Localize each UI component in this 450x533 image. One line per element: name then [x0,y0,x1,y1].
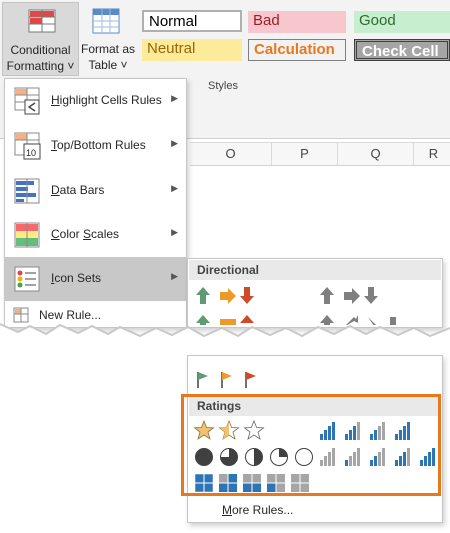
style-neutral[interactable]: Neutral [142,39,242,61]
chevron-right-icon: ▶ [171,183,178,193]
colored-arrows-icon [196,287,254,304]
format-as-table-label-line1: Format as [80,42,135,56]
icon-set-3-flags[interactable] [194,370,264,390]
format-as-table-label-line2: Table ˅ [88,58,128,72]
format-as-table-button[interactable]: Format as Table ˅ [80,4,136,76]
menu-item-label: Highlight Cells Rules [51,93,162,107]
column-header-p[interactable]: P [272,143,338,165]
top-bottom-icon: 10 [14,132,41,160]
column-header-q[interactable]: Q [338,143,414,165]
style-bad[interactable]: Bad [248,11,346,33]
menu-item-data-bars[interactable]: Data Bars ▶ [5,169,186,213]
chevron-down-icon: ˅ [67,59,75,73]
column-header-o[interactable]: O [190,143,272,165]
chevron-down-icon: ˅ [120,58,128,72]
menu-item-top-bottom-rules[interactable]: 10 Top/Bottom Rules ▶ [5,124,186,168]
chevron-right-icon: ▶ [171,93,178,103]
menu-item-icon-sets[interactable]: Icon Sets ▶ [5,257,186,301]
conditional-formatting-button[interactable]: Conditional Formatting ˅ [2,2,79,76]
menu-item-label: Top/Bottom Rules [51,138,146,152]
styles-group-label: Styles [208,80,238,92]
style-normal[interactable]: Normal [142,10,242,32]
conditional-formatting-label-line2: Formatting ˅ [6,59,75,73]
color-scales-icon [14,222,40,248]
conditional-formatting-icon [28,9,56,33]
chevron-right-icon: ▶ [171,138,178,148]
menu-item-color-scales[interactable]: Color Scales ▶ [5,213,186,257]
cell-styles-gallery: Normal Bad Good Neutral Calculation Chec… [138,8,450,68]
icon-set-3-arrows-gray[interactable] [318,285,388,307]
icon-sets-icon [14,266,40,292]
menu-item-label: Data Bars [51,183,105,197]
conditional-formatting-menu: Highlight Cells Rules ▶ 10 Top/Bottom Ru… [4,78,187,328]
flags-icon [197,372,256,388]
format-as-table-icon [92,8,120,34]
menu-item-label: Icon Sets [51,271,102,285]
section-header-directional: Directional [189,260,441,280]
icon-set-3-arrows-colored[interactable] [194,285,264,307]
menu-item-highlight-cells-rules[interactable]: Highlight Cells Rules ▶ [5,79,186,123]
chevron-right-icon: ▶ [171,227,178,237]
column-header-r[interactable]: R [414,143,450,165]
gray-arrows-icon [320,287,378,304]
ratings-highlight-box [181,394,441,496]
column-headers: O P Q R [190,142,450,166]
style-calculation[interactable]: Calculation [248,39,346,61]
data-bars-icon [14,178,40,204]
torn-edge-divider [0,323,450,358]
highlight-cells-icon [14,87,40,115]
style-check-cell[interactable]: Check Cell [354,39,450,61]
more-rules-item[interactable]: More Rules... [189,498,441,522]
top-bottom-icon-number: 10 [26,148,36,158]
conditional-formatting-label-line1: Conditional [10,43,71,57]
more-rules-label: More Rules... [222,503,294,517]
style-good[interactable]: Good [354,11,450,33]
chevron-right-icon: ▶ [171,271,178,281]
menu-item-label: Color Scales [51,227,120,241]
